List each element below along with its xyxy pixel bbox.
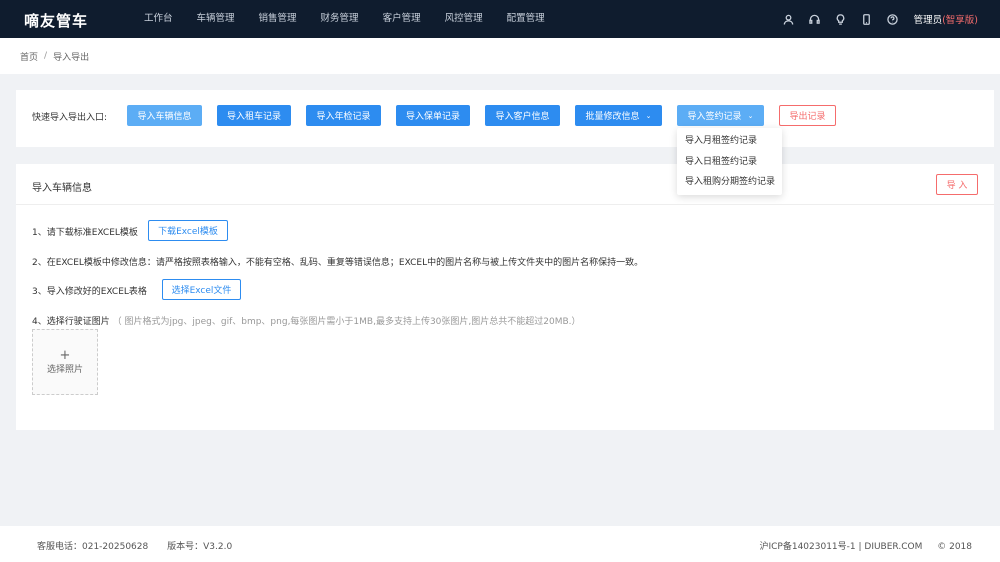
- menu-item-installment-contract[interactable]: 导入租购分期签约记录: [677, 172, 782, 193]
- nav-item-risk[interactable]: 风控管理: [433, 0, 495, 38]
- footer: 客服电话：021-20250628 版本号：V3.2.0 沪ICP备140230…: [0, 526, 1000, 562]
- download-template-button[interactable]: 下载Excel模板: [148, 220, 228, 241]
- chevron-down-icon: ⌄: [645, 111, 652, 120]
- import-button[interactable]: 导 入: [936, 174, 978, 195]
- export-records-button[interactable]: 导出记录: [779, 105, 836, 126]
- contract-dropdown-menu: 导入月租签约记录 导入日租签约记录 导入租购分期签约记录: [677, 128, 782, 195]
- step-3-text: 3、导入修改好的EXCEL表格: [32, 287, 147, 297]
- version-number: 版本号：V3.2.0: [167, 542, 233, 552]
- app-logo[interactable]: 嘀友管车: [24, 10, 88, 31]
- breadcrumb: 首页 / 导入导出: [0, 38, 1000, 74]
- upload-photo-label: 选择照片: [46, 364, 83, 375]
- step-4-hint: （ 图片格式为jpg、jpeg、gif、bmp、png,每张图片需小于1MB,最…: [112, 317, 581, 327]
- nav-item-workbench[interactable]: 工作台: [132, 0, 185, 38]
- breadcrumb-home[interactable]: 首页: [20, 50, 38, 63]
- panel-title: 导入车辆信息: [32, 183, 92, 194]
- user-menu[interactable]: 管理员(智享版): [914, 12, 978, 26]
- nav-item-customer[interactable]: 客户管理: [371, 0, 433, 38]
- help-icon[interactable]: [880, 0, 906, 38]
- panel-header: 导入车辆信息 导 入: [16, 164, 994, 205]
- chevron-down-icon: ⌄: [747, 111, 754, 120]
- top-navbar: 嘀友管车 工作台 车辆管理 销售管理 财务管理 客户管理 风控管理 配置管理 管…: [0, 0, 1000, 38]
- icp-license[interactable]: 沪ICP备14023011号-1 | DIUBER.COM: [759, 542, 922, 552]
- nav-item-sales[interactable]: 销售管理: [247, 0, 309, 38]
- step-1-text: 1、请下载标准EXCEL模板: [32, 228, 138, 238]
- import-vehicle-panel: 导入车辆信息 导 入 1、请下载标准EXCEL模板 下载Excel模板 2、在E…: [16, 164, 994, 430]
- import-customer-button[interactable]: 导入客户信息: [485, 105, 560, 126]
- menu-item-monthly-contract[interactable]: 导入月租签约记录: [677, 131, 782, 152]
- breadcrumb-separator: /: [44, 51, 48, 61]
- footer-left: 客服电话：021-20250628 版本号：V3.2.0: [37, 539, 248, 552]
- breadcrumb-current: 导入导出: [53, 52, 90, 63]
- user-icon[interactable]: [776, 0, 802, 38]
- import-inspection-button[interactable]: 导入年检记录: [306, 105, 381, 126]
- main-nav: 工作台 车辆管理 销售管理 财务管理 客户管理 风控管理 配置管理: [132, 0, 557, 38]
- nav-item-vehicle[interactable]: 车辆管理: [185, 0, 247, 38]
- batch-edit-label: 批量修改信息: [585, 112, 640, 122]
- import-contract-button[interactable]: 导入签约记录 ⌄: [677, 105, 764, 126]
- copyright: © 2018: [937, 542, 972, 552]
- import-rental-button[interactable]: 导入租车记录: [217, 105, 291, 126]
- mobile-icon[interactable]: [854, 0, 880, 38]
- import-vehicle-button[interactable]: 导入车辆信息: [127, 105, 202, 126]
- lightbulb-icon[interactable]: [828, 0, 854, 38]
- top-icons: 管理员(智享版): [776, 0, 978, 38]
- upload-photo-box[interactable]: + 选择照片: [32, 329, 98, 395]
- choose-excel-button[interactable]: 选择Excel文件: [162, 279, 241, 300]
- footer-right: 沪ICP备14023011号-1 | DIUBER.COM © 2018: [747, 539, 972, 552]
- step-4-text: 4、选择行驶证图片: [32, 317, 110, 327]
- step-2-text: 2、在EXCEL模板中修改信息：请严格按照表格输入，不能有空格、乱码、重复等错误…: [32, 258, 644, 268]
- edition-badge: (智享版): [942, 15, 978, 26]
- step-4: 4、选择行驶证图片 （ 图片格式为jpg、jpeg、gif、bmp、png,每张…: [32, 314, 581, 327]
- menu-item-daily-contract[interactable]: 导入日租签约记录: [677, 152, 782, 173]
- service-phone: 客服电话：021-20250628: [37, 542, 149, 552]
- quick-entry-label: 快速导入导出入口:: [32, 113, 108, 123]
- user-name: 管理员: [913, 15, 943, 26]
- headset-icon[interactable]: [802, 0, 828, 38]
- quick-entry-panel: 快速导入导出入口: 导入车辆信息 导入租车记录 导入年检记录 导入保单记录 导入…: [16, 90, 994, 147]
- import-policy-button[interactable]: 导入保单记录: [396, 105, 470, 126]
- batch-edit-button[interactable]: 批量修改信息 ⌄: [575, 105, 662, 126]
- plus-icon: +: [59, 347, 71, 363]
- nav-item-finance[interactable]: 财务管理: [309, 0, 371, 38]
- import-contract-label: 导入签约记录: [687, 112, 742, 122]
- nav-item-config[interactable]: 配置管理: [495, 0, 557, 38]
